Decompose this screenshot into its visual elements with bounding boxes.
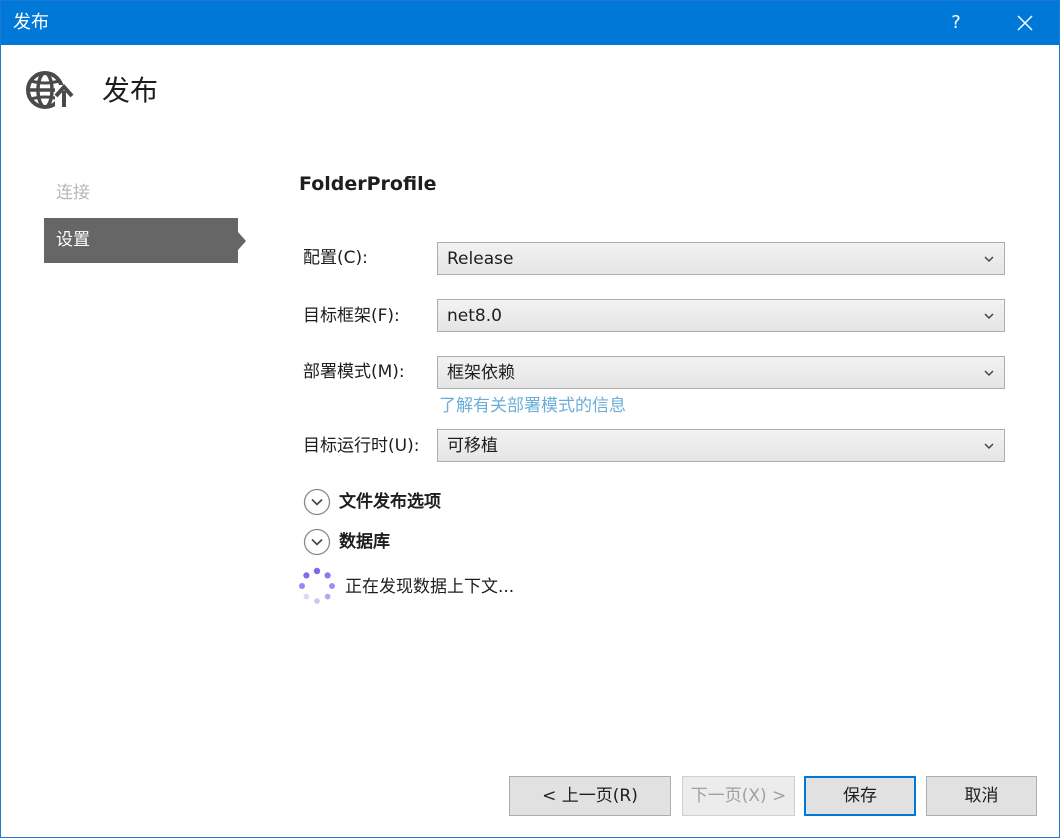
chevron-down-icon bbox=[984, 256, 994, 263]
database-label: 数据库 bbox=[339, 532, 390, 552]
target-framework-value: net8.0 bbox=[447, 306, 502, 326]
cancel-button[interactable]: 取消 bbox=[926, 776, 1037, 816]
save-button[interactable]: 保存 bbox=[804, 776, 916, 816]
chevron-down-icon bbox=[984, 313, 994, 320]
deployment-mode-label: 部署模式(M): bbox=[303, 362, 405, 382]
window-title: 发布 bbox=[13, 12, 49, 33]
globe-publish-icon bbox=[26, 71, 74, 109]
target-runtime-value: 可移植 bbox=[447, 436, 498, 456]
nav-item-settings[interactable]: 设置 bbox=[44, 218, 246, 263]
previous-button[interactable]: < 上一页(R) bbox=[509, 776, 671, 816]
loading-spinner-icon bbox=[299, 567, 335, 604]
title-bar: 发布 ? bbox=[1, 1, 1059, 45]
configuration-label: 配置(C): bbox=[303, 248, 368, 268]
page-title: 发布 bbox=[102, 74, 159, 107]
file-publish-options-label: 文件发布选项 bbox=[339, 492, 441, 512]
chevron-down-icon bbox=[984, 370, 994, 377]
configuration-select[interactable]: Release bbox=[437, 242, 1005, 275]
publish-dialog: 发布 ? 发布 连接 设置 FolderProfile 配置(C): Relea… bbox=[0, 0, 1060, 838]
deployment-mode-value: 框架依赖 bbox=[447, 363, 515, 383]
next-button[interactable]: 下一页(X) > bbox=[682, 776, 795, 816]
deployment-mode-select[interactable]: 框架依赖 bbox=[437, 356, 1005, 389]
target-framework-select[interactable]: net8.0 bbox=[437, 299, 1005, 332]
profile-name: FolderProfile bbox=[299, 173, 437, 195]
close-icon bbox=[1017, 15, 1033, 31]
chevron-down-icon bbox=[984, 443, 994, 450]
help-button[interactable]: ? bbox=[939, 7, 973, 39]
deployment-mode-info-link[interactable]: 了解有关部署模式的信息 bbox=[439, 394, 626, 418]
target-runtime-select[interactable]: 可移植 bbox=[437, 429, 1005, 462]
chevron-down-circle-icon bbox=[303, 488, 331, 516]
configuration-value: Release bbox=[447, 249, 514, 269]
close-button[interactable] bbox=[1005, 7, 1045, 39]
nav-item-connection[interactable]: 连接 bbox=[44, 171, 238, 216]
target-runtime-label: 目标运行时(U): bbox=[303, 436, 420, 456]
selection-arrow-icon bbox=[238, 232, 246, 250]
chevron-down-circle-icon bbox=[303, 528, 331, 556]
nav-item-settings-label: 设置 bbox=[56, 230, 90, 250]
target-framework-label: 目标框架(F): bbox=[303, 306, 400, 326]
loading-status-text: 正在发现数据上下文... bbox=[345, 577, 515, 597]
